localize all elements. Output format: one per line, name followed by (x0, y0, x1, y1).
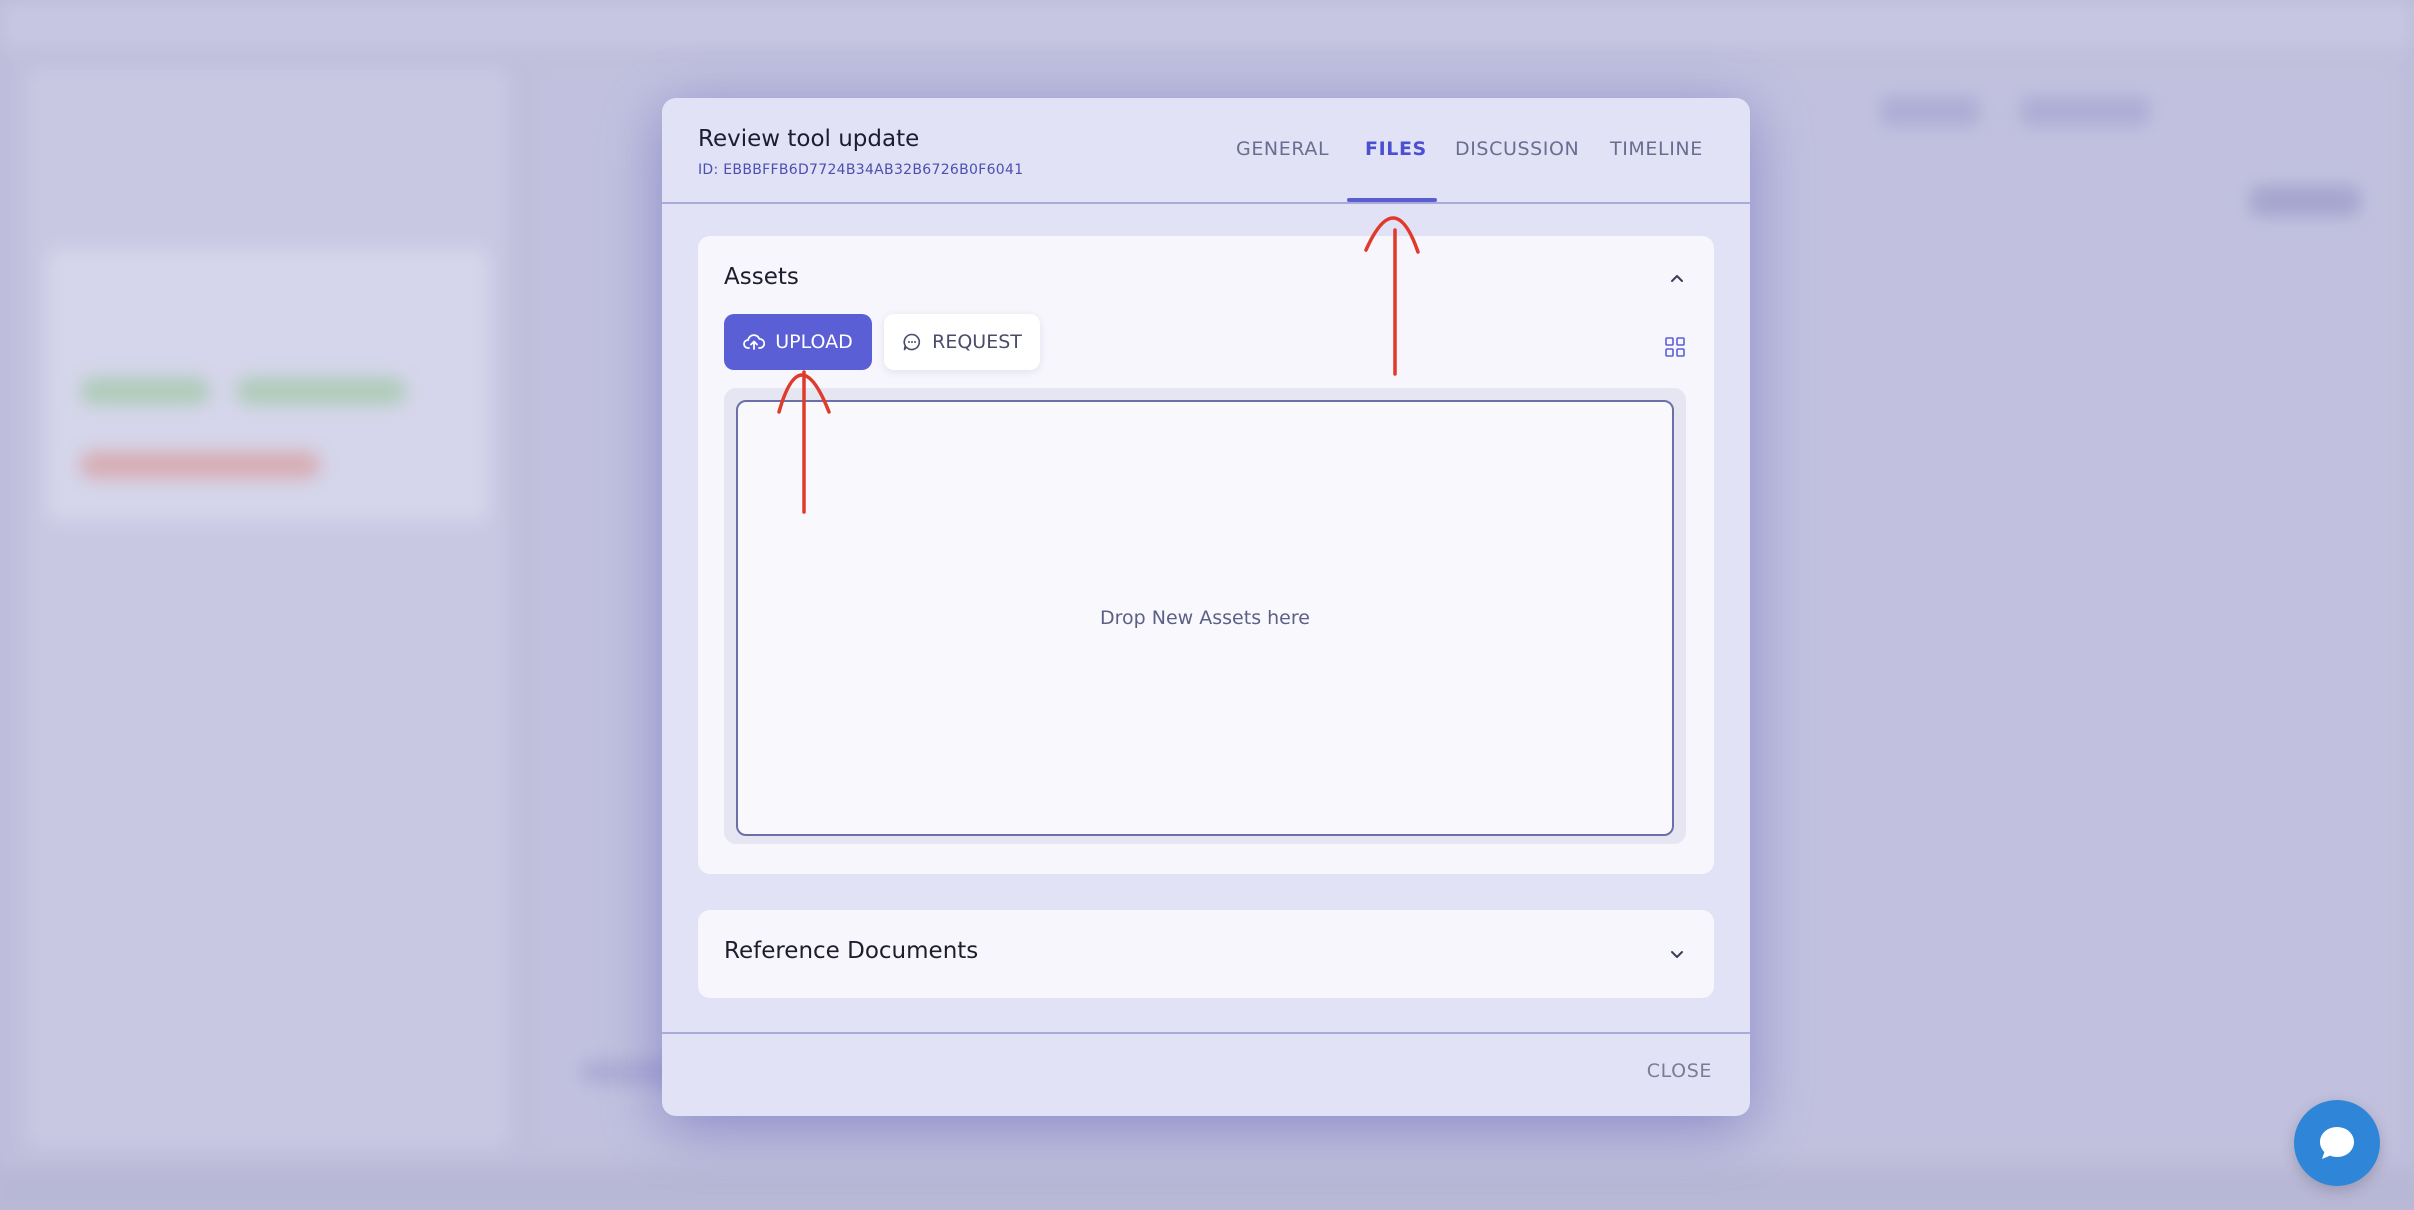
chat-widget-button[interactable] (2294, 1100, 2380, 1186)
assets-panel: Assets UPLOAD REQUEST Drop New Assets he… (698, 236, 1714, 874)
tab-timeline[interactable]: TIMELINE (1610, 138, 1703, 160)
upload-button[interactable]: UPLOAD (724, 314, 872, 370)
grid-view-icon[interactable] (1664, 336, 1686, 358)
assets-title: Assets (724, 264, 799, 290)
tab-files[interactable]: FILES (1365, 138, 1427, 160)
cloud-upload-icon (743, 334, 766, 350)
modal-title: Review tool update (698, 126, 920, 152)
tab-discussion[interactable]: DISCUSSION (1455, 138, 1579, 160)
request-button[interactable]: REQUEST (884, 314, 1040, 370)
drop-zone[interactable]: Drop New Assets here (736, 400, 1674, 836)
task-id: ID: EBBBFFB6D7724B34AB32B6726B0F6041 (698, 162, 1024, 178)
chat-bubble-icon (903, 333, 921, 351)
request-label: REQUEST (932, 331, 1022, 353)
modal-footer: CLOSE (662, 1032, 1750, 1116)
close-button[interactable]: CLOSE (1647, 1060, 1712, 1082)
upload-label: UPLOAD (775, 331, 853, 353)
drop-zone-text: Drop New Assets here (1100, 607, 1310, 629)
chat-widget-icon (2320, 1127, 2354, 1159)
tab-general[interactable]: GENERAL (1236, 138, 1329, 160)
chevron-down-icon[interactable] (1668, 945, 1686, 963)
modal-header: Review tool update ID: EBBBFFB6D7724B34A… (662, 98, 1750, 204)
active-tab-indicator (1347, 198, 1437, 202)
task-modal: Review tool update ID: EBBBFFB6D7724B34A… (662, 98, 1750, 1116)
reference-documents-panel[interactable]: Reference Documents (698, 910, 1714, 998)
drop-zone-frame: Drop New Assets here (724, 388, 1686, 844)
chevron-up-icon[interactable] (1668, 270, 1686, 288)
reference-documents-title: Reference Documents (724, 938, 979, 964)
